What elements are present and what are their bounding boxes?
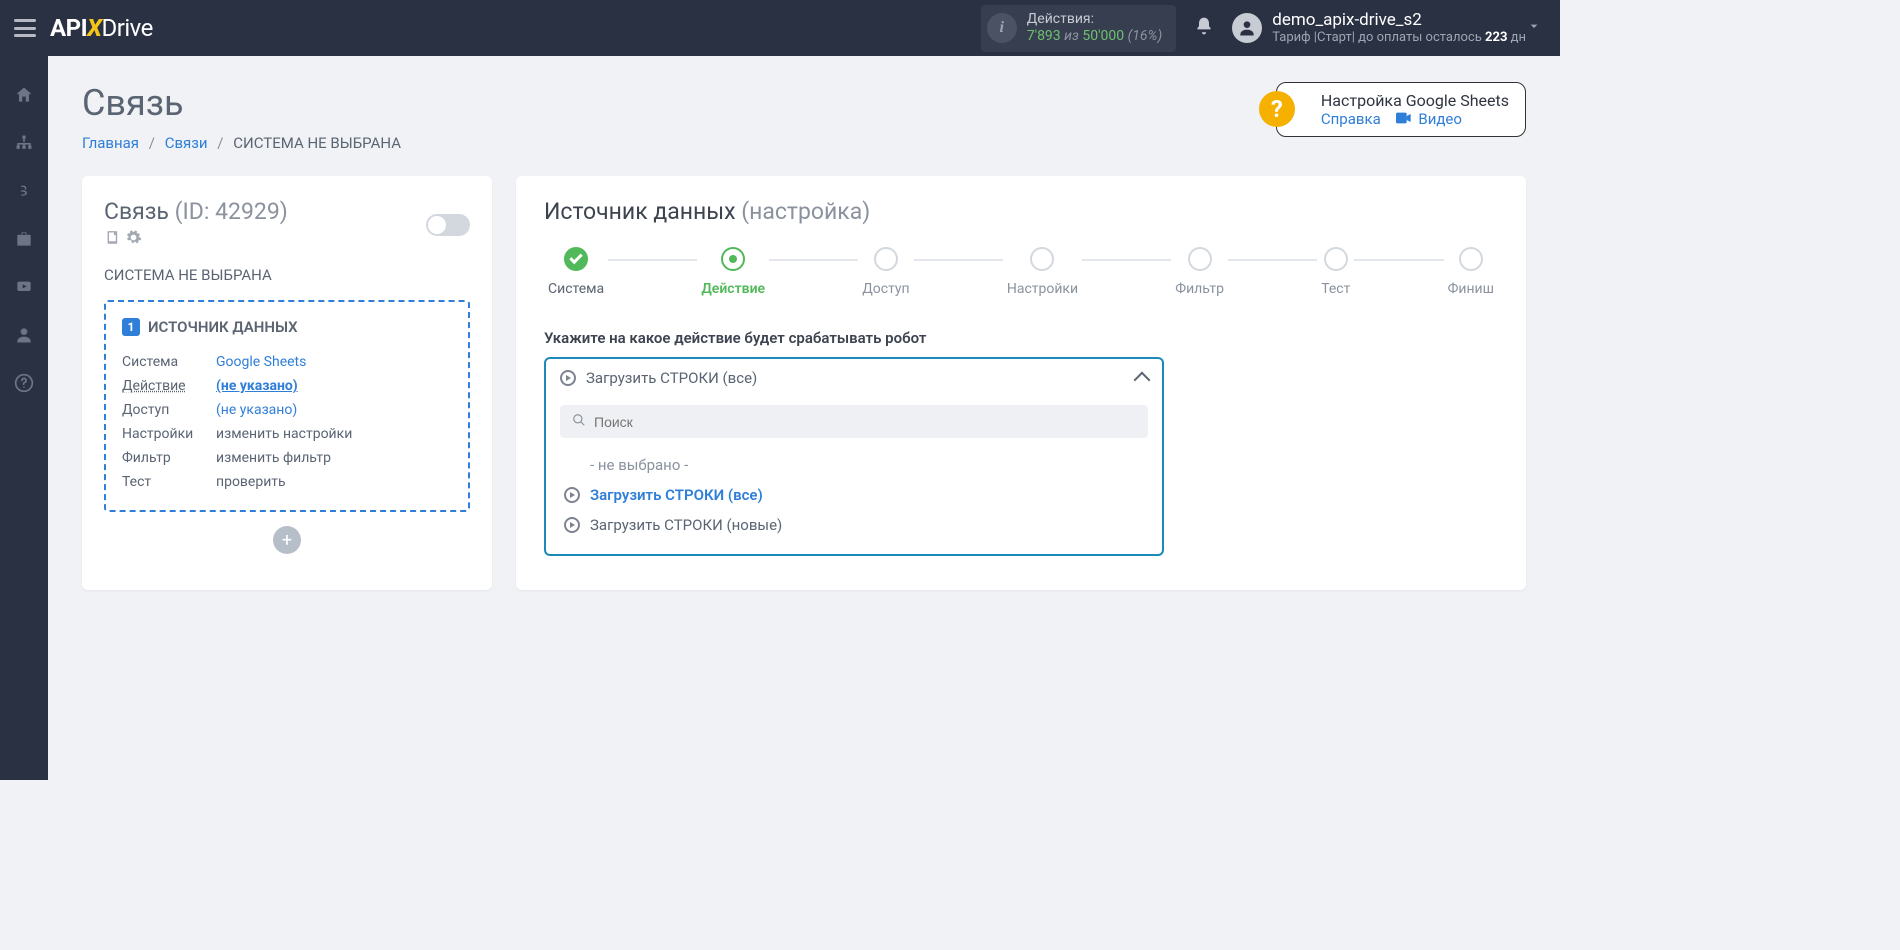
gear-icon[interactable]: [125, 225, 142, 252]
row-system-value[interactable]: Google Sheets: [216, 354, 306, 370]
play-icon: [560, 370, 576, 386]
row-settings-value[interactable]: изменить настройки: [216, 426, 352, 442]
row-filter-value[interactable]: изменить фильтр: [216, 450, 331, 466]
source-heading: 1 ИСТОЧНИК ДАННЫХ: [122, 318, 452, 336]
setup-title: Источник данных (настройка): [544, 198, 1498, 225]
page-content: Связь Главная / Связи / СИСТЕМА НЕ ВЫБРА…: [48, 56, 1560, 780]
menu-button[interactable]: [14, 19, 36, 37]
page-title: Связь: [82, 82, 401, 124]
sidebar: [0, 56, 48, 780]
actions-label: Действия:: [1027, 11, 1162, 29]
tariff-line: Тариф |Старт| до оплаты осталось 223 дн: [1272, 30, 1526, 46]
chevron-down-icon[interactable]: [1526, 18, 1542, 38]
connections-icon[interactable]: [13, 132, 35, 154]
search-input-row[interactable]: [560, 405, 1148, 438]
help-question-icon[interactable]: ?: [1259, 91, 1295, 127]
home-icon[interactable]: [13, 84, 35, 106]
camera-icon: [1396, 110, 1416, 128]
play-icon: [564, 517, 580, 533]
info-icon: i: [987, 13, 1017, 43]
chevron-up-icon: [1134, 372, 1151, 389]
step-finish[interactable]: Финиш: [1444, 247, 1498, 297]
search-input[interactable]: [594, 414, 1136, 430]
option-load-new[interactable]: Загрузить СТРОКИ (новые): [560, 510, 1148, 540]
step-system[interactable]: Система: [544, 247, 608, 297]
help-icon[interactable]: [13, 372, 35, 394]
step-access[interactable]: Доступ: [858, 247, 913, 297]
user-info[interactable]: demo_apix-drive_s2 Тариф |Старт| до опла…: [1272, 10, 1526, 46]
system-not-selected: СИСТЕМА НЕ ВЫБРАНА: [104, 266, 470, 284]
actions-counter[interactable]: i Действия: 7'893 из 50'000 (16%): [981, 5, 1176, 52]
copy-icon[interactable]: [104, 225, 119, 252]
help-title: Настройка Google Sheets: [1321, 91, 1509, 110]
briefcase-icon[interactable]: [13, 228, 35, 250]
step-test[interactable]: Тест: [1317, 247, 1354, 297]
select-current: Загрузить СТРОКИ (все): [586, 369, 757, 387]
search-icon: [572, 412, 586, 431]
billing-icon[interactable]: [13, 180, 35, 202]
step-filter[interactable]: Фильтр: [1171, 247, 1228, 297]
video-icon[interactable]: [13, 276, 35, 298]
bell-icon[interactable]: [1194, 16, 1214, 40]
user-name: demo_apix-drive_s2: [1272, 10, 1526, 30]
user-icon[interactable]: [13, 324, 35, 346]
source-box: 1 ИСТОЧНИК ДАННЫХ СистемаGoogle Sheets Д…: [104, 300, 470, 512]
stepper: Система Действие Доступ Настройки Фильтр…: [544, 247, 1498, 297]
select-header[interactable]: Загрузить СТРОКИ (все): [546, 359, 1162, 397]
connection-title: Связь (ID: 42929): [104, 198, 288, 252]
user-avatar[interactable]: [1232, 13, 1262, 43]
option-load-all[interactable]: Загрузить СТРОКИ (все): [560, 480, 1148, 510]
badge-number: 1: [122, 318, 140, 336]
help-reference-link[interactable]: Справка: [1321, 110, 1381, 128]
connection-toggle[interactable]: [426, 214, 470, 236]
crumb-links[interactable]: Связи: [165, 134, 208, 152]
row-action-value[interactable]: (не указано): [216, 378, 298, 394]
step-action[interactable]: Действие: [697, 247, 769, 297]
row-access-value[interactable]: (не указано): [216, 402, 297, 418]
actions-numbers: 7'893 из 50'000 (16%): [1027, 28, 1162, 46]
help-box: ? Настройка Google Sheets Справка Видео: [1276, 82, 1526, 137]
step-settings[interactable]: Настройки: [1003, 247, 1082, 297]
row-test-value[interactable]: проверить: [216, 474, 286, 490]
play-icon: [564, 487, 580, 503]
crumb-home[interactable]: Главная: [82, 134, 139, 152]
crumb-current: СИСТЕМА НЕ ВЫБРАНА: [233, 134, 401, 152]
setup-panel: Источник данных (настройка) Система Дейс…: [516, 176, 1526, 590]
help-video-link[interactable]: Видео: [1418, 110, 1462, 128]
option-none[interactable]: - не выбрано -: [560, 450, 1148, 480]
app-logo[interactable]: APIXDrive: [50, 14, 153, 42]
action-select: Загрузить СТРОКИ (все) - не выбрано -: [544, 357, 1164, 556]
add-button[interactable]: +: [273, 526, 301, 554]
breadcrumb: Главная / Связи / СИСТЕМА НЕ ВЫБРАНА: [82, 134, 401, 152]
app-header: APIXDrive i Действия: 7'893 из 50'000 (1…: [0, 0, 1560, 56]
action-prompt: Укажите на какое действие будет срабатыв…: [544, 329, 1498, 347]
connection-panel: Связь (ID: 42929) СИСТЕМА НЕ ВЫБРАНА 1 И…: [82, 176, 492, 590]
